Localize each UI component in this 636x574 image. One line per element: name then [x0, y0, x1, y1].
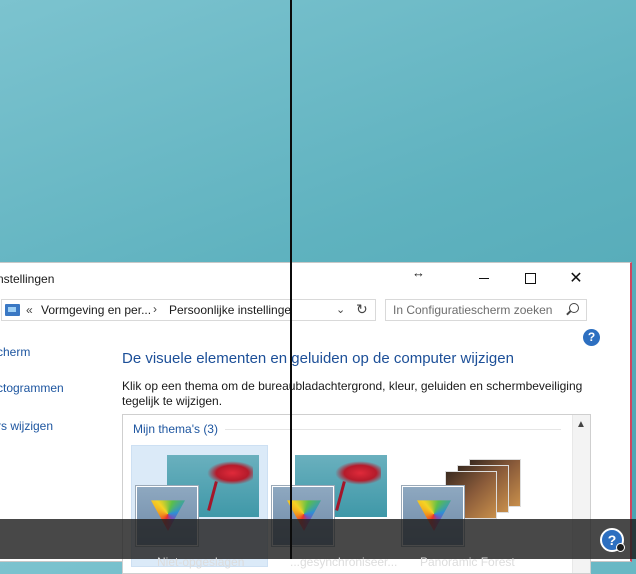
maximize-button[interactable]	[507, 263, 553, 293]
sidebar-link-desktop-icons[interactable]: ctogrammen	[0, 381, 64, 395]
theme-label-synced[interactable]: ...gesynchroniseer...	[290, 555, 397, 569]
page-heading: De visuele elementen en geluiden op de c…	[122, 350, 514, 367]
search-placeholder: In Configuratiescherm zoeken	[393, 303, 553, 317]
maximize-icon	[524, 272, 536, 284]
control-panel-window: nstellingen ↔ ✕ « Vormgeving en per... ›…	[0, 262, 632, 574]
themes-header-divider	[225, 429, 561, 430]
sidebar-link-screensaver[interactable]: cherm	[0, 345, 30, 359]
window-title: nstellingen	[0, 272, 55, 286]
address-bar[interactable]: « Vormgeving en per... › Persoonlijke in…	[1, 299, 376, 321]
tray-badge	[616, 543, 625, 552]
my-themes-header: Mijn thema's (3)	[133, 422, 218, 436]
minimize-button[interactable]	[461, 263, 507, 293]
page-description: Klik op een thema om de bureaubladachter…	[122, 379, 583, 408]
refresh-icon[interactable]: ↻	[356, 301, 368, 318]
address-row: « Vormgeving en per... › Persoonlijke in…	[0, 297, 630, 323]
theme-label-panoramic-forest[interactable]: Panoramic Forest	[420, 555, 515, 569]
resize-cursor-icon: ↔	[412, 265, 425, 280]
scroll-up-arrow-icon[interactable]: ▲	[576, 419, 586, 430]
screen-divider-line	[290, 0, 292, 559]
address-dropdown-icon[interactable]: ⌄	[336, 303, 345, 316]
search-icon[interactable]	[569, 303, 579, 313]
address-control-panel-icon	[5, 304, 20, 316]
theme-label-unsaved[interactable]: Niet-opgeslagen	[157, 555, 244, 569]
minimize-icon	[479, 277, 489, 279]
help-icon[interactable]: ?	[583, 329, 600, 346]
breadcrumb-persoonlijke-instellingen[interactable]: Persoonlijke instellinge	[169, 303, 291, 317]
taskbar-overlay: Niet-opgeslagen ...gesynchroniseer... Pa…	[0, 519, 636, 569]
overflow-arrows[interactable]: «	[26, 303, 33, 317]
breadcrumb-vormgeving[interactable]: Vormgeving en per...	[41, 303, 151, 317]
search-input[interactable]: In Configuratiescherm zoeken	[385, 299, 587, 321]
close-button[interactable]: ✕	[553, 263, 599, 293]
breadcrumb-separator[interactable]: ›	[153, 302, 157, 316]
sidebar-link-mouse-pointers[interactable]: rs wijzigen	[0, 419, 53, 433]
title-bar[interactable]: nstellingen ↔ ✕	[0, 263, 630, 297]
close-icon: ✕	[569, 270, 583, 287]
